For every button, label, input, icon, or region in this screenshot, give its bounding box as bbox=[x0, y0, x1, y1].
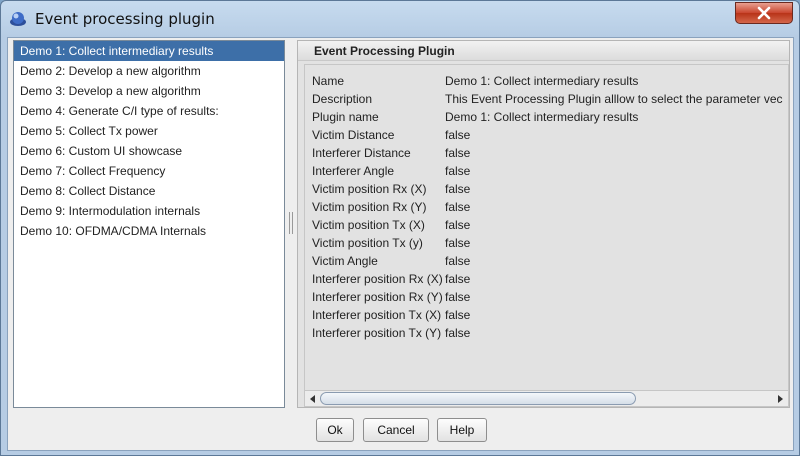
property-value: false bbox=[445, 164, 471, 178]
property-row: Interferer position Tx (Y) false bbox=[305, 324, 788, 342]
property-key: Victim position Tx (X) bbox=[312, 218, 425, 232]
property-key: Victim Angle bbox=[312, 254, 378, 268]
app-logo-icon bbox=[10, 12, 26, 26]
property-key: Interferer position Rx (Y) bbox=[312, 290, 443, 304]
scroll-right-icon[interactable] bbox=[775, 394, 785, 404]
divider-grip-icon bbox=[289, 212, 293, 234]
dialog-content: Demo 1: Collect intermediary results Demo… bbox=[7, 37, 794, 451]
property-value: false bbox=[445, 290, 471, 304]
property-value: false bbox=[445, 200, 471, 214]
property-value: false bbox=[445, 308, 471, 322]
property-key: Victim position Rx (X) bbox=[312, 182, 427, 196]
horizontal-scrollbar[interactable] bbox=[304, 390, 789, 407]
ok-button[interactable]: Ok bbox=[316, 418, 354, 442]
property-value: false bbox=[445, 326, 471, 340]
property-row: Victim Angle false bbox=[305, 252, 788, 270]
dialog-window: Event processing plugin Demo 1: Collect … bbox=[0, 0, 800, 456]
property-value: false bbox=[445, 182, 471, 196]
property-value: false bbox=[445, 254, 471, 268]
property-key: Plugin name bbox=[312, 110, 379, 124]
property-row: Plugin name Demo 1: Collect intermediary … bbox=[305, 108, 788, 126]
property-value: false bbox=[445, 272, 471, 286]
property-key: Interferer position Tx (X) bbox=[312, 308, 442, 322]
property-row: Victim position Rx (X) false bbox=[305, 180, 788, 198]
property-value: false bbox=[445, 146, 471, 160]
property-row: Victim position Tx (X) false bbox=[305, 216, 788, 234]
property-row: Interferer Distance false bbox=[305, 144, 788, 162]
property-value: false bbox=[445, 128, 471, 142]
list-item[interactable]: Demo 6: Custom UI showcase bbox=[14, 141, 284, 161]
list-item[interactable]: Demo 10: OFDMA/CDMA Internals bbox=[14, 221, 284, 241]
panel-header: Event Processing Plugin bbox=[298, 41, 789, 61]
list-item[interactable]: Demo 7: Collect Frequency bbox=[14, 161, 284, 181]
property-row: Victim position Tx (y) false bbox=[305, 234, 788, 252]
list-item[interactable]: Demo 4: Generate C/I type of results: bbox=[14, 101, 284, 121]
window-title: Event processing plugin bbox=[35, 10, 215, 28]
cancel-button[interactable]: Cancel bbox=[363, 418, 429, 442]
property-sheet: Name Demo 1: Collect intermediary results… bbox=[304, 64, 789, 391]
property-row: Interferer Angle false bbox=[305, 162, 788, 180]
property-value: false bbox=[445, 236, 471, 250]
property-row: Interferer position Tx (X) false bbox=[305, 306, 788, 324]
list-item[interactable]: Demo 1: Collect intermediary results bbox=[14, 41, 284, 61]
property-key: Victim position Rx (Y) bbox=[312, 200, 427, 214]
plugin-details-panel: Event Processing Plugin Name Demo 1: Coll… bbox=[297, 40, 790, 408]
list-item[interactable]: Demo 8: Collect Distance bbox=[14, 181, 284, 201]
title-bar[interactable]: Event processing plugin bbox=[1, 1, 799, 37]
property-value: Demo 1: Collect intermediary results bbox=[445, 110, 639, 124]
property-row: Victim Distance false bbox=[305, 126, 788, 144]
property-key: Description bbox=[312, 92, 373, 106]
property-key: Interferer Angle bbox=[312, 164, 395, 178]
property-key: Victim Distance bbox=[312, 128, 395, 142]
list-item[interactable]: Demo 3: Develop a new algorithm bbox=[14, 81, 284, 101]
property-key: Name bbox=[312, 74, 345, 88]
help-button[interactable]: Help bbox=[437, 418, 487, 442]
property-row: Description This Event Processing Plugin … bbox=[305, 90, 788, 108]
list-item[interactable]: Demo 2: Develop a new algorithm bbox=[14, 61, 284, 81]
property-row: Interferer position Rx (Y) false bbox=[305, 288, 788, 306]
property-value: Demo 1: Collect intermediary results bbox=[445, 74, 639, 88]
property-row: Name Demo 1: Collect intermediary results bbox=[305, 72, 788, 90]
property-key: Interferer Distance bbox=[312, 146, 411, 160]
property-key: Victim position Tx (y) bbox=[312, 236, 423, 250]
plugin-list[interactable]: Demo 1: Collect intermediary results Demo… bbox=[13, 40, 285, 408]
property-row: Victim position Rx (Y) false bbox=[305, 198, 788, 216]
split-pane-divider[interactable] bbox=[287, 40, 295, 408]
property-key: Interferer position Rx (X) bbox=[312, 272, 443, 286]
close-icon bbox=[757, 6, 771, 20]
property-key: Interferer position Tx (Y) bbox=[312, 326, 442, 340]
scroll-left-icon[interactable] bbox=[308, 394, 318, 404]
scrollbar-thumb[interactable] bbox=[320, 392, 636, 405]
list-item[interactable]: Demo 9: Intermodulation internals bbox=[14, 201, 284, 221]
close-button[interactable] bbox=[735, 2, 793, 24]
property-value: false bbox=[445, 218, 471, 232]
property-value: This Event Processing Plugin alllow to s… bbox=[445, 92, 783, 106]
property-row: Interferer position Rx (X) false bbox=[305, 270, 788, 288]
list-item[interactable]: Demo 5: Collect Tx power bbox=[14, 121, 284, 141]
